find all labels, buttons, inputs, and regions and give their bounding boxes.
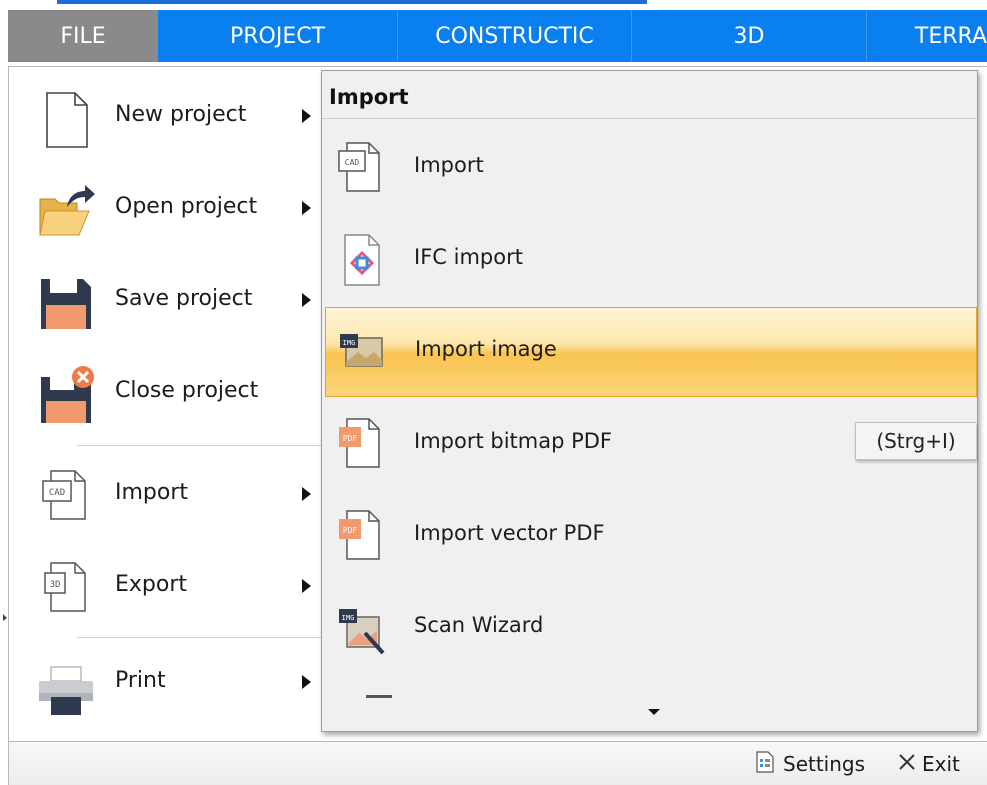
submenu-item-label: Import bbox=[414, 153, 484, 177]
submenu-arrow-icon bbox=[302, 487, 311, 501]
blank-page-icon bbox=[37, 89, 95, 149]
menu-item-new-project[interactable]: New project bbox=[19, 73, 319, 163]
submenu-item-label: Scan Wizard bbox=[414, 613, 544, 637]
submenu-separator bbox=[322, 118, 977, 119]
ifc-file-icon bbox=[335, 231, 387, 289]
tab-terrain[interactable]: TERRA bbox=[867, 10, 987, 62]
cad-file-icon: CAD bbox=[37, 467, 95, 527]
submenu-title: Import bbox=[329, 85, 409, 109]
cad-file-icon: CAD bbox=[335, 139, 387, 197]
menu-item-open-project[interactable]: Open project bbox=[19, 165, 319, 255]
submenu-arrow-icon bbox=[302, 109, 311, 123]
3d-file-icon: 3D bbox=[37, 559, 95, 619]
import-submenu: Import CAD Import IFC import IMG Import … bbox=[321, 70, 978, 732]
submenu-arrow-icon bbox=[302, 293, 311, 307]
svg-text:PDF: PDF bbox=[343, 526, 358, 535]
scroll-down-icon[interactable] bbox=[648, 709, 660, 715]
ribbon-tab-bar: FILE PROJECT CONSTRUCTIC 3D TERRA bbox=[8, 10, 987, 62]
tab-project[interactable]: PROJECT bbox=[158, 10, 398, 62]
tab-file[interactable]: FILE bbox=[8, 10, 158, 62]
menu-item-save-project[interactable]: Save project bbox=[19, 257, 319, 347]
submenu-item-label: Import bitmap PDF bbox=[414, 429, 613, 453]
submenu-item-scan-wizard[interactable]: IMG Scan Wizard bbox=[325, 583, 977, 673]
printer-icon bbox=[37, 659, 95, 719]
submenu-item-ifc-import[interactable]: IFC import bbox=[325, 215, 977, 305]
settings-icon bbox=[755, 750, 775, 778]
tab-3d[interactable]: 3D bbox=[632, 10, 867, 62]
svg-text:CAD: CAD bbox=[49, 488, 65, 498]
tooltip-text: (Strg+I) bbox=[876, 429, 956, 453]
submenu-arrow-icon bbox=[302, 201, 311, 215]
menu-item-label: New project bbox=[115, 102, 247, 127]
submenu-arrow-icon bbox=[302, 675, 311, 689]
submenu-item-label: Import vector PDF bbox=[414, 521, 605, 545]
close-floppy-icon bbox=[37, 365, 95, 425]
close-icon bbox=[898, 752, 916, 776]
top-accent-line bbox=[57, 0, 647, 4]
submenu-item-label: Import image bbox=[415, 337, 557, 361]
svg-text:3D: 3D bbox=[50, 580, 61, 590]
floppy-disk-icon bbox=[37, 273, 95, 333]
menu-item-close-project[interactable]: Close project bbox=[19, 349, 319, 439]
submenu-item-import-vector-pdf[interactable]: PDF Import vector PDF bbox=[325, 491, 977, 581]
menu-separator bbox=[77, 637, 322, 638]
menu-item-export[interactable]: 3D Export bbox=[19, 543, 319, 633]
settings-button[interactable]: Settings bbox=[755, 750, 865, 778]
menu-item-label: Export bbox=[115, 572, 188, 597]
image-file-icon: IMG bbox=[336, 324, 388, 382]
pdf-file-icon: PDF bbox=[335, 415, 387, 473]
menu-item-label: Print bbox=[115, 668, 166, 693]
menu-item-label: Save project bbox=[115, 286, 253, 311]
exit-button[interactable]: Exit bbox=[898, 750, 960, 778]
svg-text:CAD: CAD bbox=[345, 158, 360, 167]
svg-text:PDF: PDF bbox=[343, 434, 358, 443]
submenu-item-import[interactable]: CAD Import bbox=[325, 123, 977, 213]
open-folder-icon bbox=[37, 181, 95, 241]
pdf-file-icon: PDF bbox=[335, 507, 387, 565]
menu-footer: Settings Exit bbox=[8, 742, 987, 785]
submenu-item-import-image[interactable]: IMG Import image bbox=[325, 307, 977, 397]
menu-item-print[interactable]: Print bbox=[19, 643, 319, 733]
svg-text:IMG: IMG bbox=[343, 339, 356, 347]
submenu-arrow-icon bbox=[302, 579, 311, 593]
shortcut-tooltip: (Strg+I) bbox=[855, 422, 976, 460]
menu-item-label: Import bbox=[115, 480, 189, 505]
cursor-icon bbox=[3, 614, 7, 621]
menu-item-label: Close project bbox=[115, 378, 259, 403]
menu-item-import[interactable]: CAD Import bbox=[19, 451, 319, 541]
scan-wizard-icon: IMG bbox=[335, 599, 387, 657]
menu-separator bbox=[77, 445, 322, 446]
menu-item-label: Open project bbox=[115, 194, 258, 219]
partial-item-icon bbox=[366, 695, 392, 698]
submenu-item-label: IFC import bbox=[414, 245, 523, 269]
settings-label: Settings bbox=[783, 752, 866, 776]
svg-text:IMG: IMG bbox=[342, 614, 355, 622]
exit-label: Exit bbox=[922, 752, 960, 776]
tab-construction[interactable]: CONSTRUCTIC bbox=[398, 10, 632, 62]
